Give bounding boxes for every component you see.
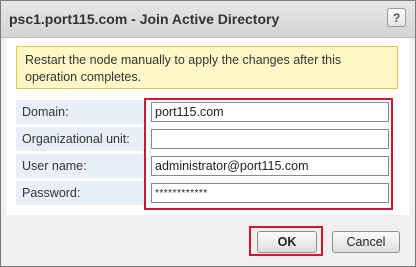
org-unit-label: Organizational unit:: [16, 127, 144, 152]
username-row: User name:: [16, 154, 400, 179]
username-label: User name:: [16, 154, 144, 179]
domain-label: Domain:: [16, 100, 144, 125]
dialog-body: Restart the node manually to apply the c…: [6, 38, 410, 215]
domain-input[interactable]: [151, 102, 389, 122]
dialog-titlebar: psc1.port115.com - Join Active Directory…: [1, 1, 415, 38]
dialog-title: psc1.port115.com - Join Active Directory: [9, 11, 280, 27]
org-unit-row: Organizational unit:: [16, 127, 400, 152]
question-mark-icon: ?: [392, 10, 401, 25]
domain-row: Domain:: [16, 100, 400, 125]
ad-form: Domain: Organizational unit: User name: …: [16, 100, 400, 210]
password-label: Password:: [16, 181, 144, 206]
dialog-footer: OK Cancel: [1, 216, 415, 266]
restart-warning: Restart the node manually to apply the c…: [16, 46, 398, 89]
password-input[interactable]: [151, 183, 389, 203]
org-unit-input[interactable]: [151, 129, 389, 149]
help-button[interactable]: ?: [387, 8, 406, 27]
join-ad-dialog: psc1.port115.com - Join Active Directory…: [0, 0, 416, 267]
username-input[interactable]: [151, 156, 389, 176]
ok-button[interactable]: OK: [257, 231, 317, 253]
cancel-button[interactable]: Cancel: [332, 231, 400, 253]
password-row: Password:: [16, 181, 400, 206]
